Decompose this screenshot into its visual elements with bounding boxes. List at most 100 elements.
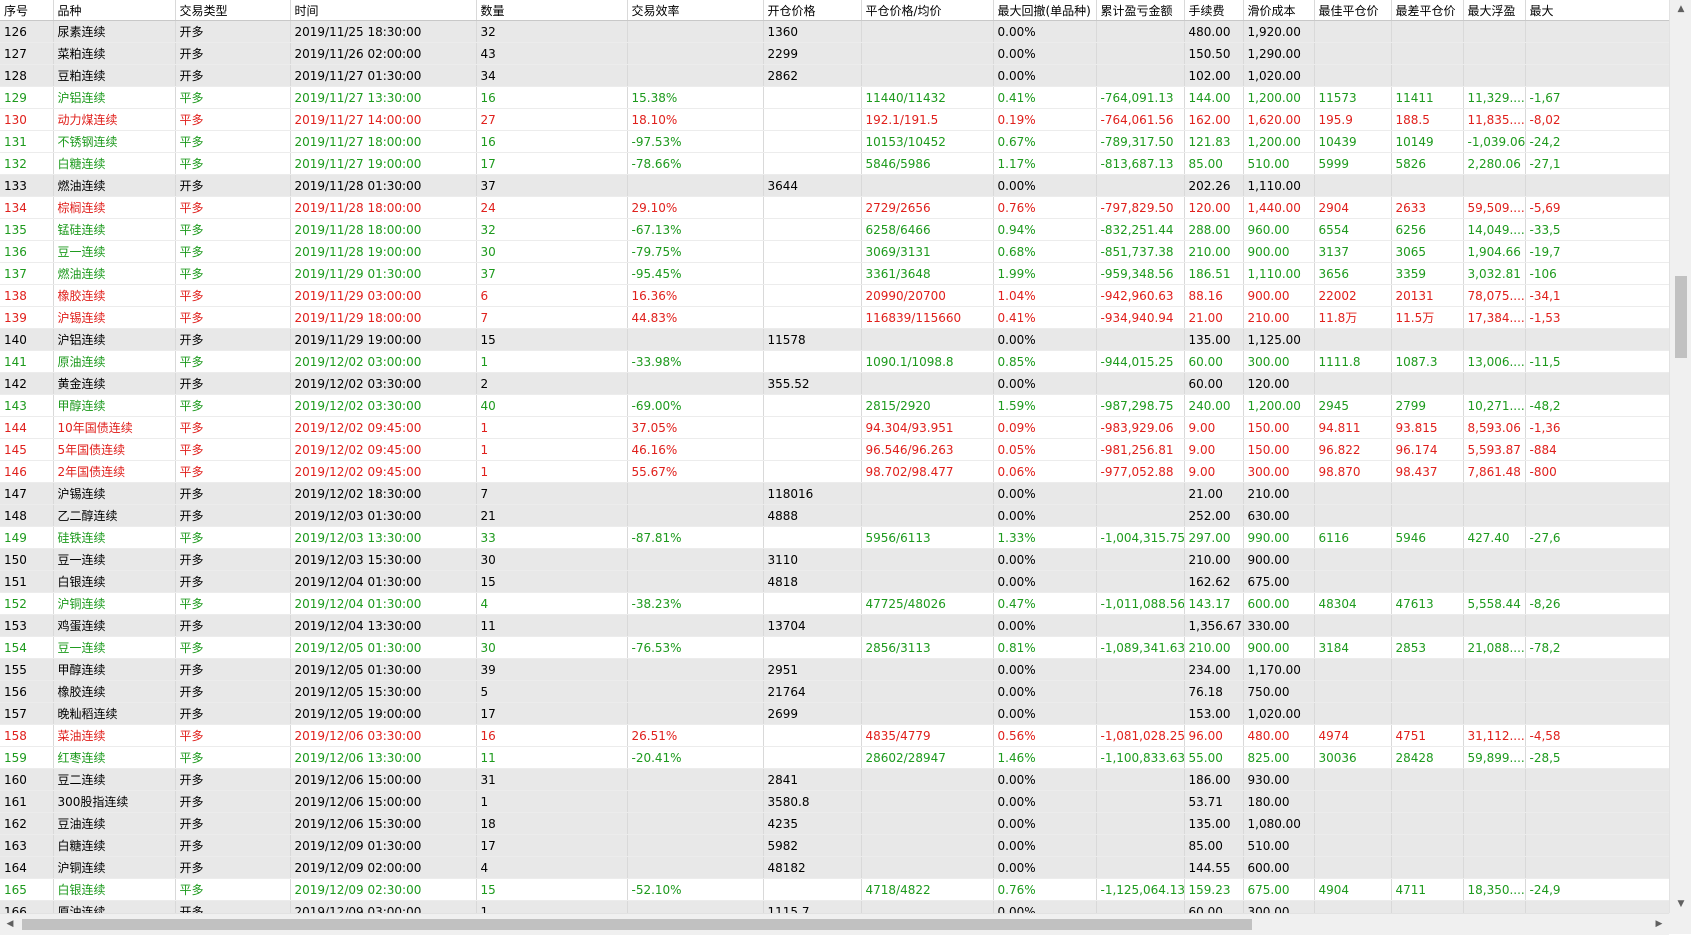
table-cell: 0.76% xyxy=(993,878,1097,901)
column-header[interactable]: 最差平仓价 xyxy=(1391,0,1464,21)
table-cell xyxy=(1096,174,1185,197)
table-row[interactable]: 159 红枣连续 平多 2019/12/06 13:30:00 11 -20.41% 286… xyxy=(0,746,1669,769)
table-row[interactable]: 137 燃油连续 平多 2019/11/29 01:30:00 37 -95.45% 336… xyxy=(0,262,1669,285)
table-row[interactable]: 133 燃油连续 开多 2019/11/28 01:30:00 37 3644 0.00% 2… xyxy=(0,174,1669,197)
table-row[interactable]: 146 2年国债连续 平多 2019/12/02 09:45:00 1 55.67% 98.… xyxy=(0,460,1669,483)
table-row[interactable]: 152 沪铜连续 平多 2019/12/04 01:30:00 4 -38.23% 4772… xyxy=(0,592,1669,615)
table-row[interactable]: 149 硅铁连续 平多 2019/12/03 13:30:00 33 -87.81% 595… xyxy=(0,526,1669,549)
table-row[interactable]: 143 甲醇连续 平多 2019/12/02 03:30:00 40 -69.00% 281… xyxy=(0,394,1669,417)
table-cell: 开多 xyxy=(175,658,291,681)
column-header[interactable]: 数量 xyxy=(476,0,628,21)
table-row[interactable]: 147 沪锡连续 开多 2019/12/02 18:30:00 7 118016 0.00%… xyxy=(0,482,1669,505)
table-cell: -95.45% xyxy=(627,262,764,285)
table-row[interactable]: 135 锰硅连续 平多 2019/11/28 18:00:00 32 -67.13% 625… xyxy=(0,218,1669,241)
table-row[interactable]: 130 动力煤连续 平多 2019/11/27 14:00:00 27 18.10% 192… xyxy=(0,108,1669,131)
table-cell: 2729/2656 xyxy=(861,196,994,219)
table-row[interactable]: 128 豆粕连续 开多 2019/11/27 01:30:00 34 2862 0.00% 1… xyxy=(0,64,1669,87)
scroll-right-icon[interactable]: ▶ xyxy=(1649,914,1669,935)
table-row[interactable]: 131 不锈钢连续 平多 2019/11/27 18:00:00 16 -97.53% 10… xyxy=(0,130,1669,153)
table-cell: 0.05% xyxy=(993,438,1097,461)
table-row[interactable]: 138 橡胶连续 平多 2019/11/29 03:00:00 6 16.36% 20990… xyxy=(0,284,1669,307)
table-cell xyxy=(1314,372,1392,395)
table-row[interactable]: 136 豆一连续 平多 2019/11/28 19:00:00 30 -79.75% 306… xyxy=(0,240,1669,263)
table-row[interactable]: 134 棕榈连续 平多 2019/11/28 18:00:00 24 29.10% 2729… xyxy=(0,196,1669,219)
table-cell: 21.00 xyxy=(1184,482,1244,505)
table-cell xyxy=(1391,680,1464,703)
table-row[interactable]: 126 尿素连续 开多 2019/11/25 18:30:00 32 1360 0.00% 4… xyxy=(0,20,1669,43)
table-row[interactable]: 157 晚籼稻连续 开多 2019/12/05 19:00:00 17 2699 0.00%… xyxy=(0,702,1669,725)
table-row[interactable]: 148 乙二醇连续 开多 2019/12/03 01:30:00 21 4888 0.00%… xyxy=(0,504,1669,527)
table-row[interactable]: 161 300股指连续 开多 2019/12/06 15:00:00 1 3580.8 0.… xyxy=(0,790,1669,813)
table-cell: 11.8万 xyxy=(1314,306,1392,329)
column-header[interactable]: 最大回撤(单品种) xyxy=(993,0,1097,21)
table-cell xyxy=(1463,64,1526,87)
trade-records-grid[interactable]: 序号 品种 交易类型 时间 数量 交易效率 开仓价格 平仓价格/均价 最大回撤(单品种) 累计盈亏… xyxy=(0,0,1669,913)
table-cell: 平多 xyxy=(175,636,291,659)
column-header[interactable]: 交易类型 xyxy=(175,0,291,21)
column-header[interactable]: 手续费 xyxy=(1184,0,1244,21)
table-row[interactable]: 162 豆油连续 开多 2019/12/06 15:30:00 18 4235 0.00% 1… xyxy=(0,812,1669,835)
table-cell xyxy=(1525,570,1669,593)
scroll-up-icon[interactable]: ▲ xyxy=(1670,0,1691,18)
table-cell: 黄金连续 xyxy=(53,372,176,395)
table-row[interactable]: 160 豆二连续 开多 2019/12/06 15:00:00 31 2841 0.00% 1… xyxy=(0,768,1669,791)
table-cell xyxy=(1391,834,1464,857)
table-row[interactable]: 150 豆一连续 开多 2019/12/03 15:30:00 30 3110 0.00% 2… xyxy=(0,548,1669,571)
table-cell xyxy=(1391,812,1464,835)
table-row[interactable]: 139 沪锡连续 平多 2019/11/29 18:00:00 7 44.83% 11683… xyxy=(0,306,1669,329)
horizontal-scrollbar[interactable]: ◀ ▶ xyxy=(0,913,1669,935)
table-cell: 1,920.00 xyxy=(1243,20,1315,43)
table-cell: 22002 xyxy=(1314,284,1392,307)
table-row[interactable]: 163 白糖连续 开多 2019/12/09 01:30:00 17 5982 0.00% 8… xyxy=(0,834,1669,857)
scroll-down-icon[interactable]: ▼ xyxy=(1670,895,1691,913)
column-header[interactable]: 时间 xyxy=(290,0,477,21)
column-header[interactable]: 最大浮盈 xyxy=(1463,0,1526,21)
scroll-left-icon[interactable]: ◀ xyxy=(0,914,20,935)
column-header[interactable]: 最大 xyxy=(1525,0,1669,21)
table-cell: 32 xyxy=(476,218,628,241)
table-cell: 126 xyxy=(0,20,54,43)
column-header[interactable]: 品种 xyxy=(53,0,176,21)
vertical-scrollbar[interactable]: ▲ ▼ xyxy=(1669,0,1691,913)
table-cell: 0.85% xyxy=(993,350,1097,373)
vertical-scroll-thumb[interactable] xyxy=(1675,276,1687,358)
column-header[interactable]: 累计盈亏金额 xyxy=(1096,0,1185,21)
table-cell: -33,5 xyxy=(1525,218,1669,241)
table-row[interactable]: 142 黄金连续 开多 2019/12/02 03:30:00 2 355.52 0.00%… xyxy=(0,372,1669,395)
column-header[interactable]: 开仓价格 xyxy=(763,0,862,21)
table-row[interactable]: 156 橡胶连续 开多 2019/12/05 15:30:00 5 21764 0.00% 7… xyxy=(0,680,1669,703)
column-header[interactable]: 平仓价格/均价 xyxy=(861,0,994,21)
table-row[interactable]: 140 沪铝连续 开多 2019/11/29 19:00:00 15 11578 0.00%… xyxy=(0,328,1669,351)
table-cell: 288.00 xyxy=(1184,218,1244,241)
table-cell: 开多 xyxy=(175,768,291,791)
table-cell: 59,899.... xyxy=(1463,746,1526,769)
table-row[interactable]: 132 白糖连续 平多 2019/11/27 19:00:00 17 -78.66% 584… xyxy=(0,152,1669,175)
horizontal-scroll-thumb[interactable] xyxy=(22,919,1252,930)
table-cell xyxy=(627,64,764,87)
table-row[interactable]: 153 鸡蛋连续 开多 2019/12/04 13:30:00 11 13704 0.00%… xyxy=(0,614,1669,637)
table-row[interactable]: 144 10年国债连续 平多 2019/12/02 09:45:00 1 37.05% 94… xyxy=(0,416,1669,439)
table-cell: 6116 xyxy=(1314,526,1392,549)
table-cell xyxy=(1391,174,1464,197)
table-cell: 55.00 xyxy=(1184,746,1244,769)
table-cell xyxy=(1314,548,1392,571)
table-row[interactable]: 127 菜粕连续 开多 2019/11/26 02:00:00 43 2299 0.00% 1… xyxy=(0,42,1669,65)
column-header[interactable]: 交易效率 xyxy=(627,0,764,21)
table-row[interactable]: 158 菜油连续 平多 2019/12/06 03:30:00 16 26.51% 4835… xyxy=(0,724,1669,747)
table-cell: 1.17% xyxy=(993,152,1097,175)
column-header[interactable]: 序号 xyxy=(0,0,54,21)
table-row[interactable]: 164 沪铜连续 开多 2019/12/09 02:00:00 4 48182 0.00% 1… xyxy=(0,856,1669,879)
table-cell xyxy=(1391,328,1464,351)
table-cell: 155 xyxy=(0,658,54,681)
column-header[interactable]: 最佳平仓价 xyxy=(1314,0,1392,21)
table-cell: 15 xyxy=(476,570,628,593)
table-row[interactable]: 166 原油连续 开多 2019/12/09 03:00:00 1 1115.7 0.00%… xyxy=(0,900,1669,913)
table-row[interactable]: 129 沪铝连续 平多 2019/11/27 13:30:00 16 15.38% 1144… xyxy=(0,86,1669,109)
column-header[interactable]: 滑价成本 xyxy=(1243,0,1315,21)
table-row[interactable]: 154 豆一连续 平多 2019/12/05 01:30:00 30 -76.53% 285… xyxy=(0,636,1669,659)
table-row[interactable]: 151 白银连续 开多 2019/12/04 01:30:00 15 4818 0.00% 1… xyxy=(0,570,1669,593)
table-row[interactable]: 165 白银连续 平多 2019/12/09 02:30:00 15 -52.10% 471… xyxy=(0,878,1669,901)
table-row[interactable]: 155 甲醇连续 开多 2019/12/05 01:30:00 39 2951 0.00% 2… xyxy=(0,658,1669,681)
table-row[interactable]: 141 原油连续 平多 2019/12/02 03:00:00 1 -33.98% 1090… xyxy=(0,350,1669,373)
table-row[interactable]: 145 5年国债连续 平多 2019/12/02 09:45:00 1 46.16% 96.… xyxy=(0,438,1669,461)
